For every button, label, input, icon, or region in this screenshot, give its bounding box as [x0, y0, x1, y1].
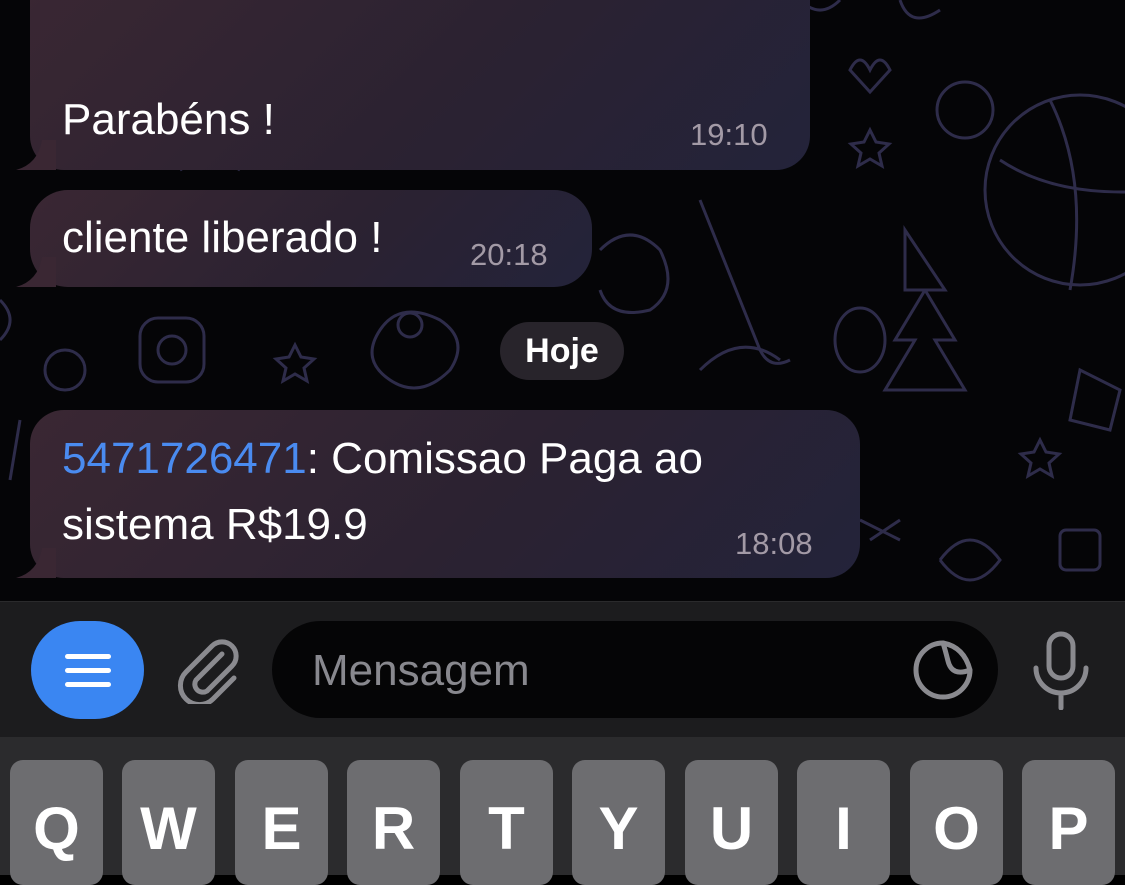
bubble-tail: [16, 257, 56, 287]
sticker-icon[interactable]: [912, 639, 974, 701]
key-w[interactable]: W: [122, 760, 215, 885]
key-q[interactable]: Q: [10, 760, 103, 885]
keyboard: Q W E R T Y U I O P: [0, 737, 1125, 885]
key-e[interactable]: E: [235, 760, 328, 885]
bubble-tail: [16, 140, 56, 170]
key-r[interactable]: R: [347, 760, 440, 885]
key-i[interactable]: I: [797, 760, 890, 885]
message-text: cliente liberado !: [62, 213, 383, 262]
key-p[interactable]: P: [1022, 760, 1115, 885]
menu-icon: [64, 653, 111, 659]
key-t[interactable]: T: [460, 760, 553, 885]
chat-area[interactable]: Parabéns ! 19:10 cliente liberado ! 20:1…: [0, 0, 1125, 601]
message-bubble[interactable]: 5471726471: Comissao Paga ao sistema R$1…: [16, 410, 860, 578]
message-input-wrapper: [272, 621, 998, 720]
message-time: 20:18: [470, 237, 548, 272]
message-bubble[interactable]: Parabéns ! 19:10: [16, 0, 810, 170]
menu-icon-line: [64, 681, 111, 687]
message-bubble[interactable]: cliente liberado ! 20:18: [16, 190, 592, 287]
message-composer: [0, 601, 1125, 738]
paperclip-icon[interactable]: [174, 634, 244, 704]
menu-button[interactable]: [31, 621, 144, 719]
microphone-icon[interactable]: [1026, 630, 1096, 710]
menu-icon-line: [64, 667, 111, 673]
date-separator: Hoje: [500, 322, 624, 380]
message-time: 18:08: [735, 526, 813, 561]
key-u[interactable]: U: [685, 760, 778, 885]
key-o[interactable]: O: [910, 760, 1003, 885]
key-y[interactable]: Y: [572, 760, 665, 885]
message-time: 19:10: [690, 117, 768, 152]
message-text: 5471726471: Comissao Paga ao sistema R$1…: [62, 426, 703, 558]
bubble-tail: [16, 548, 56, 578]
message-input[interactable]: [310, 621, 904, 720]
message-sender[interactable]: 5471726471: [62, 434, 307, 483]
message-text: Parabéns !: [62, 95, 275, 144]
